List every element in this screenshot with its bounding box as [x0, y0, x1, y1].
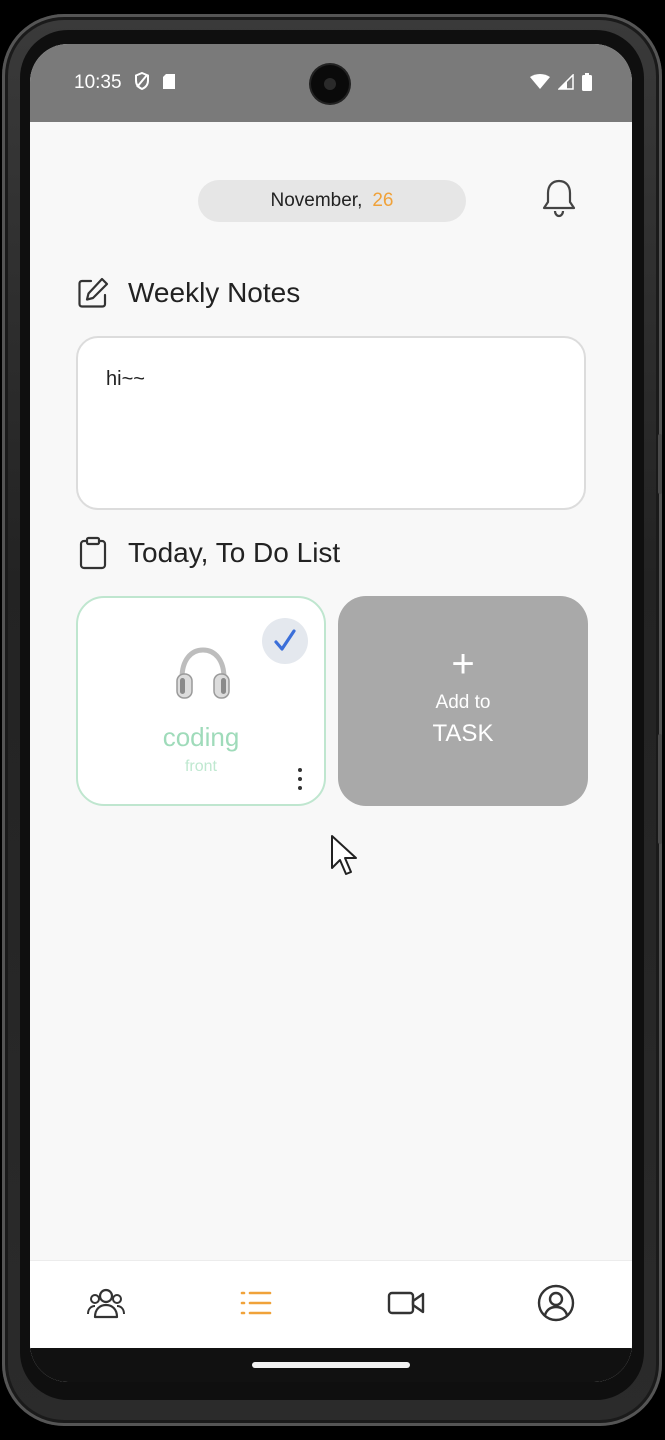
profile-icon[interactable] [536, 1283, 576, 1323]
task-subtitle: front [184, 758, 217, 775]
video-camera-icon[interactable] [386, 1283, 426, 1323]
battery-icon [582, 73, 592, 91]
weekly-notes-textarea[interactable]: hi~~ [76, 336, 586, 510]
todo-title: Today, To Do List [128, 537, 341, 568]
sd-card-icon [163, 73, 175, 89]
weekly-notes-heading: Weekly Notes [76, 276, 300, 310]
shield-icon [135, 72, 149, 90]
edit-note-icon [78, 277, 109, 308]
mouse-cursor-icon [331, 835, 357, 875]
clipboard-icon [79, 536, 107, 570]
add-task-button[interactable]: + Add to TASK [338, 596, 588, 806]
gesture-bar-area [30, 1348, 632, 1382]
todo-heading: Today, To Do List [76, 536, 340, 570]
task-title: coding [162, 722, 240, 752]
task-card[interactable]: coding front [76, 596, 326, 806]
date-day: 26 [372, 190, 394, 211]
headphones-icon [176, 647, 230, 699]
wifi-icon [530, 74, 550, 89]
add-task-label-line2: TASK [432, 720, 494, 747]
people-icon[interactable] [86, 1283, 126, 1323]
app-screen: 10:35 November, 26 Weekly Notes hi~~ Tod… [30, 44, 632, 1382]
list-icon[interactable] [236, 1283, 276, 1323]
status-bar: 10:35 [30, 44, 632, 122]
checkmark-icon [274, 629, 296, 651]
weekly-notes-content: hi~~ [106, 368, 145, 390]
signal-icon [558, 74, 574, 90]
date-month: November, [270, 190, 363, 211]
add-task-label-line1: Add to [435, 692, 491, 713]
date-pill[interactable]: November, 26 [198, 180, 466, 222]
status-left-icons [134, 72, 176, 90]
volume-button [658, 434, 662, 494]
plus-icon: + [451, 642, 475, 686]
front-camera [311, 65, 349, 103]
task-more-menu-icon[interactable] [296, 768, 304, 790]
status-right-icons [530, 73, 592, 91]
bottom-nav [30, 1260, 632, 1349]
home-indicator[interactable] [252, 1362, 410, 1368]
bell-icon[interactable] [542, 178, 576, 218]
power-button [658, 734, 662, 844]
status-time: 10:35 [74, 72, 122, 93]
task-complete-toggle[interactable] [262, 618, 308, 664]
weekly-notes-title: Weekly Notes [128, 277, 301, 308]
